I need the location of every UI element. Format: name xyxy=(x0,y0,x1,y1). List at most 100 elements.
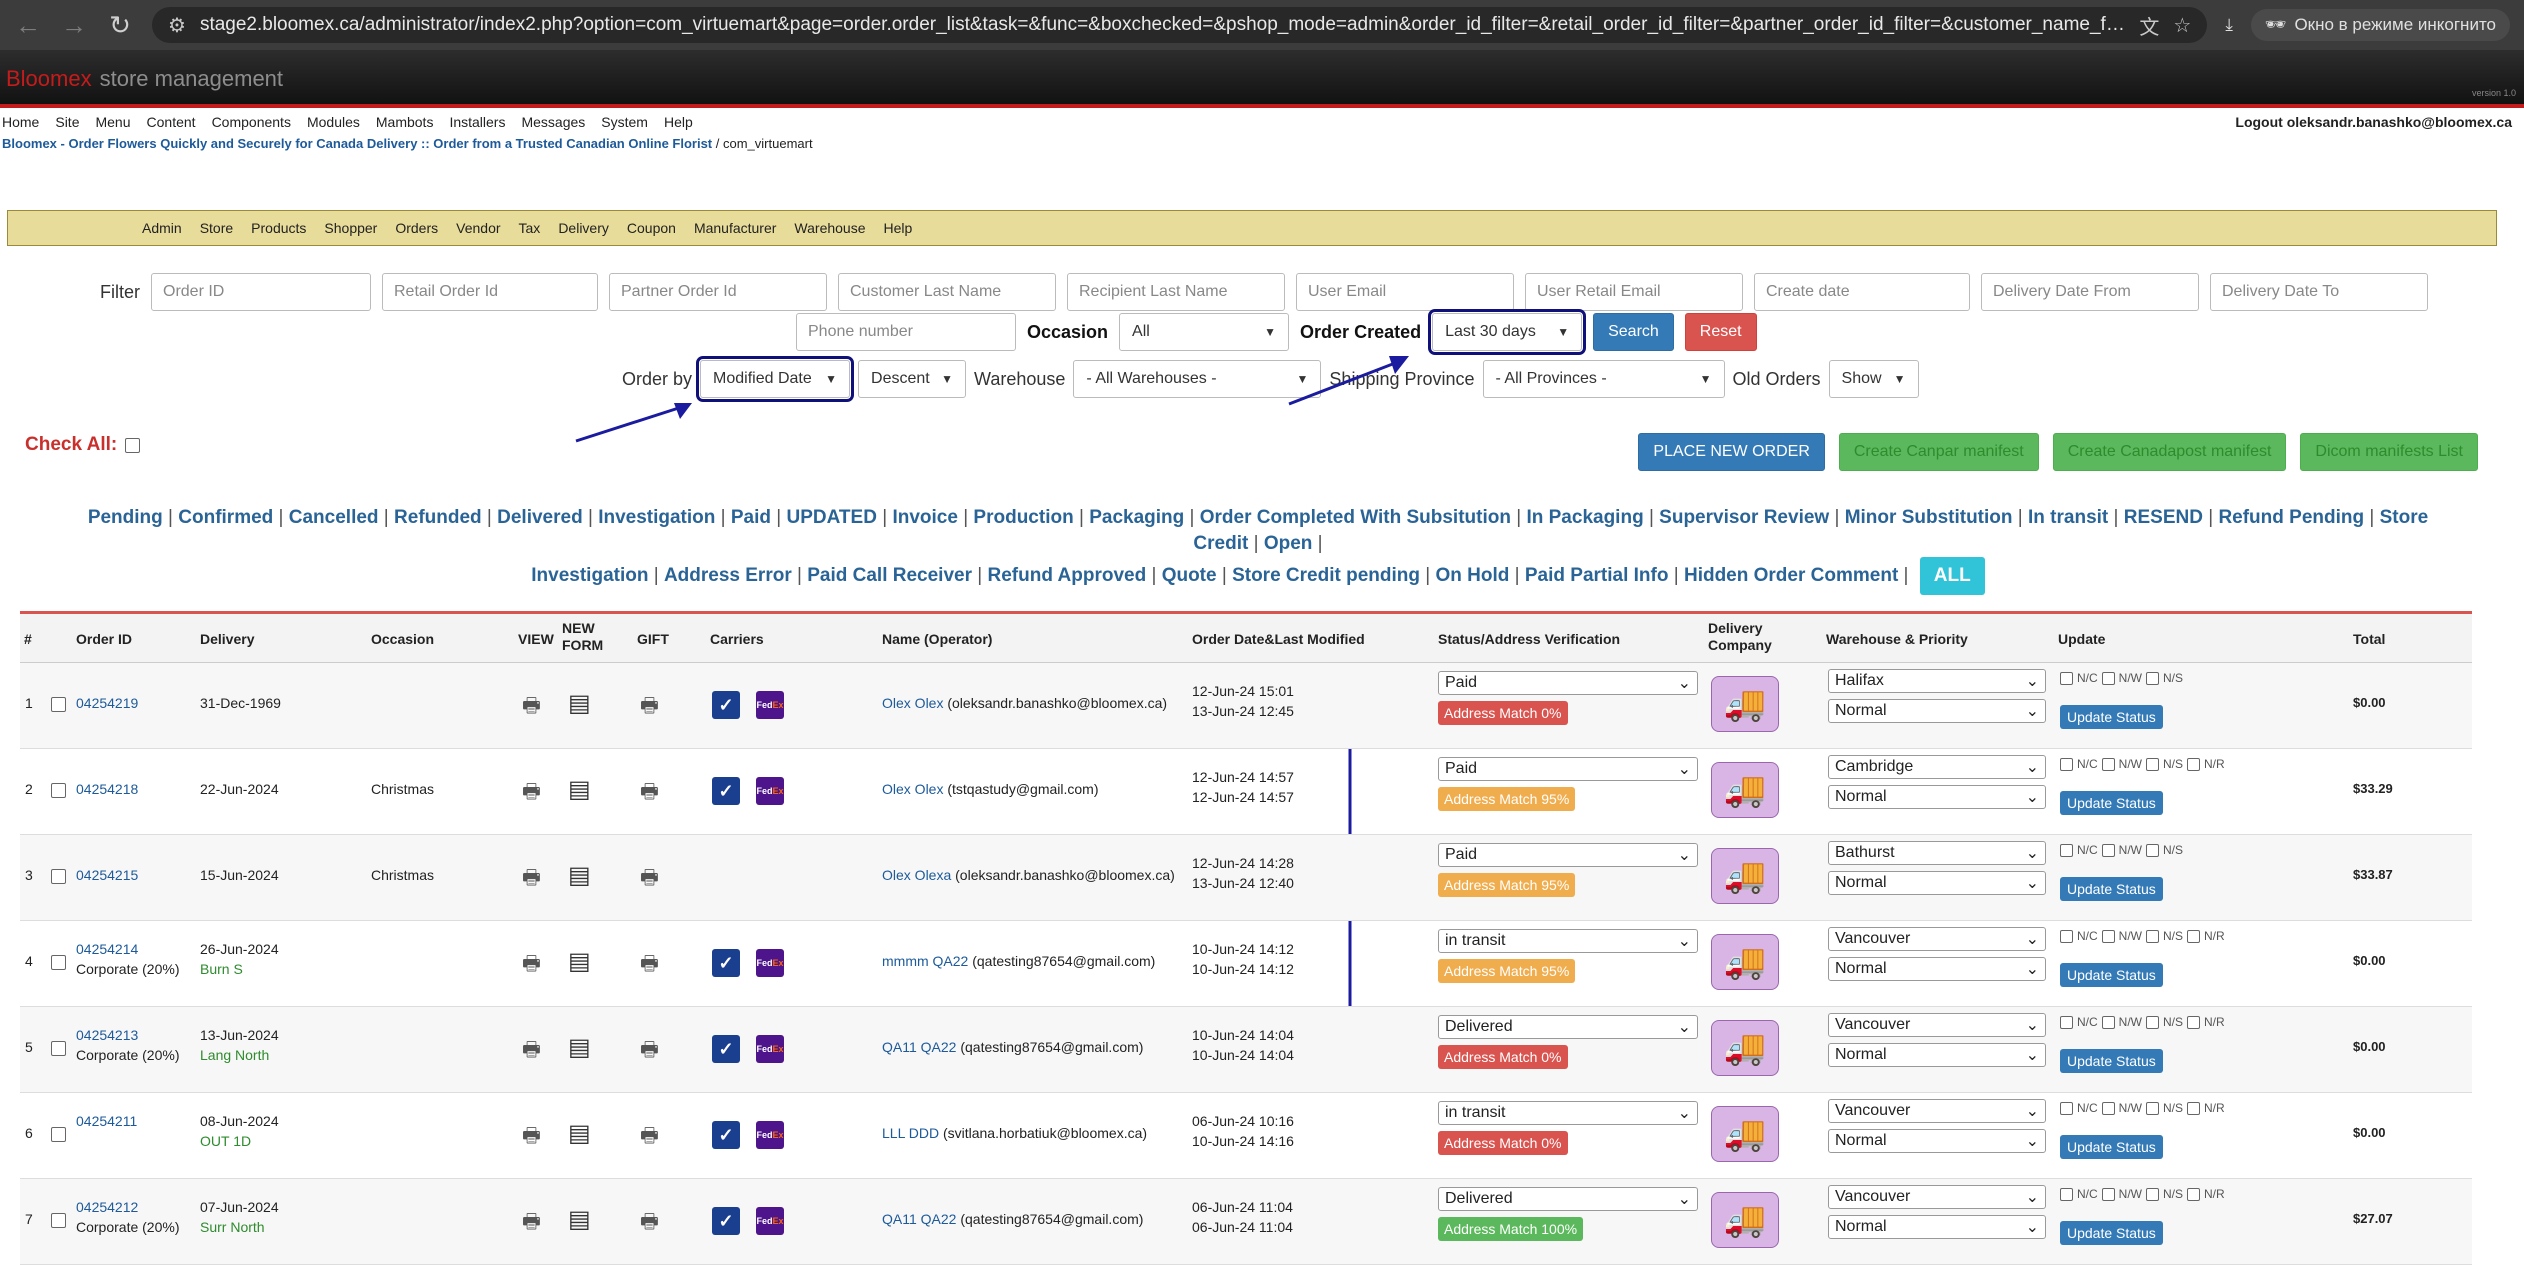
delivery-truck-icon[interactable]: 🚚 xyxy=(1711,762,1779,818)
priority-select[interactable]: Normal ⌄ xyxy=(1828,957,2046,981)
vm-menu-item[interactable]: Store xyxy=(200,220,233,236)
vm-menu-item[interactable]: Admin xyxy=(142,220,182,236)
update-status-button[interactable]: Update Status xyxy=(2060,963,2163,987)
gift-print-icon[interactable]: 🖶 xyxy=(640,1035,664,1061)
flag-checkbox[interactable] xyxy=(2187,1187,2201,1201)
update-status-button[interactable]: Update Status xyxy=(2060,877,2163,901)
status-select[interactable]: in transit ⌄ xyxy=(1438,929,1698,953)
occasion-select[interactable]: All ▼ xyxy=(1119,313,1290,351)
flag-checkbox[interactable] xyxy=(2187,1015,2201,1029)
warehouse-select[interactable]: Cambridge ⌄ xyxy=(1828,755,2046,779)
status-link[interactable]: Production xyxy=(973,507,1073,528)
flag-checkbox[interactable] xyxy=(2146,843,2159,857)
filter-input[interactable]: Delivery Date From xyxy=(1981,273,2199,311)
status-select[interactable]: Paid ⌄ xyxy=(1438,843,1698,867)
update-status-button[interactable]: Update Status xyxy=(2060,1135,2163,1159)
flag-checkbox[interactable] xyxy=(2101,1015,2115,1029)
form-icon[interactable]: ▤ xyxy=(568,689,592,717)
priority-select[interactable]: Normal ⌄ xyxy=(1828,699,2046,723)
customer-name-link[interactable]: QA11 QA22 xyxy=(882,1039,956,1055)
print-icon[interactable]: 🖶 xyxy=(522,949,546,975)
warehouse-select[interactable]: Bathurst ⌄ xyxy=(1828,841,2046,865)
flag-checkbox[interactable] xyxy=(2187,929,2201,943)
status-link[interactable]: Investigation xyxy=(598,507,715,528)
col-order-id[interactable]: Order ID xyxy=(76,631,132,647)
gift-print-icon[interactable]: 🖶 xyxy=(640,949,664,975)
flag-checkbox[interactable] xyxy=(2060,929,2073,943)
print-icon[interactable]: 🖶 xyxy=(522,1035,546,1061)
fedex-icon[interactable]: FedEx xyxy=(756,1035,784,1063)
status-link[interactable]: On Hold xyxy=(1435,565,1509,586)
status-link[interactable]: In transit xyxy=(2028,507,2108,528)
gift-print-icon[interactable]: 🖶 xyxy=(640,691,664,717)
status-link[interactable]: Pending xyxy=(88,507,163,528)
col-dates[interactable]: Order Date&Last Modified xyxy=(1192,631,1365,647)
gift-print-icon[interactable]: 🖶 xyxy=(640,1207,664,1233)
flag-checkbox[interactable] xyxy=(2060,843,2073,857)
gift-print-icon[interactable]: 🖶 xyxy=(640,777,664,803)
topmenu-item[interactable]: Installers xyxy=(449,114,505,130)
order-id-link[interactable]: 04254218 xyxy=(76,781,138,797)
status-link[interactable]: Store Credit pending xyxy=(1232,565,1420,586)
address-bar[interactable]: ⚙ stage2.bloomex.ca/administrator/index2… xyxy=(152,7,2208,43)
vm-menu-item[interactable]: Coupon xyxy=(627,220,676,236)
status-link[interactable]: Quote xyxy=(1162,565,1217,586)
status-link[interactable]: Packaging xyxy=(1089,507,1184,528)
row-checkbox[interactable] xyxy=(51,783,66,798)
status-link[interactable]: Paid xyxy=(731,507,771,528)
status-link[interactable]: In Packaging xyxy=(1526,507,1643,528)
search-button[interactable]: Search xyxy=(1593,313,1674,351)
filter-input[interactable]: Order ID xyxy=(151,273,371,311)
flag-checkbox[interactable] xyxy=(2101,757,2115,771)
status-select[interactable]: Delivered ⌄ xyxy=(1438,1015,1698,1039)
order-id-link[interactable]: 04254219 xyxy=(76,695,138,711)
status-link[interactable]: RESEND xyxy=(2124,507,2203,528)
status-link[interactable]: Order Completed With Subsitution xyxy=(1200,507,1511,528)
flag-checkbox[interactable] xyxy=(2060,757,2073,771)
status-link[interactable]: Paid Partial Info xyxy=(1525,565,1669,586)
vm-menu-item[interactable]: Shopper xyxy=(324,220,377,236)
status-link[interactable]: UPDATED xyxy=(787,507,877,528)
fedex-icon[interactable]: FedEx xyxy=(756,777,784,805)
flag-checkbox[interactable] xyxy=(2146,1015,2159,1029)
old-orders-select[interactable]: Show ▼ xyxy=(1828,360,1919,398)
phone-input[interactable]: Phone number xyxy=(796,313,1016,351)
status-link[interactable]: Paid Call Receiver xyxy=(807,565,972,586)
priority-select[interactable]: Normal ⌄ xyxy=(1828,785,2046,809)
col-delivery[interactable]: Delivery xyxy=(200,631,254,647)
flag-checkbox[interactable] xyxy=(2101,929,2115,943)
vm-menu-item[interactable]: Orders xyxy=(395,220,438,236)
col-total[interactable]: Total xyxy=(2353,631,2385,647)
row-checkbox[interactable] xyxy=(51,697,66,712)
status-link[interactable]: Cancelled xyxy=(289,507,379,528)
canadapost-icon[interactable]: ✓ xyxy=(712,1121,740,1149)
status-link[interactable]: Investigation xyxy=(531,565,648,586)
topmenu-item[interactable]: Mambots xyxy=(376,114,434,130)
col-name[interactable]: Name (Operator) xyxy=(882,631,992,647)
form-icon[interactable]: ▤ xyxy=(568,1119,592,1147)
action-button[interactable]: PLACE NEW ORDER xyxy=(1638,433,1825,471)
logout-link[interactable]: Logout oleksandr.banashko@bloomex.ca xyxy=(2235,114,2512,130)
filter-input[interactable]: Create date xyxy=(1754,273,1970,311)
print-icon[interactable]: 🖶 xyxy=(522,777,546,803)
topmenu-item[interactable]: System xyxy=(601,114,648,130)
warehouse-select[interactable]: Vancouver ⌄ xyxy=(1828,1185,2046,1209)
customer-name-link[interactable]: QA11 QA22 xyxy=(882,1211,956,1227)
update-status-button[interactable]: Update Status xyxy=(2060,1221,2163,1245)
vm-menu-item[interactable]: Vendor xyxy=(456,220,500,236)
fedex-icon[interactable]: FedEx xyxy=(756,1121,784,1149)
topmenu-item[interactable]: Modules xyxy=(307,114,360,130)
download-icon[interactable]: ⤓ xyxy=(2225,15,2233,35)
flag-checkbox[interactable] xyxy=(2187,1101,2201,1115)
filter-input[interactable]: Customer Last Name xyxy=(838,273,1056,311)
status-select[interactable]: Paid ⌄ xyxy=(1438,757,1698,781)
topmenu-item[interactable]: Help xyxy=(664,114,693,130)
incognito-indicator[interactable]: 🕶 Окно в режиме инкогнито xyxy=(2250,9,2510,41)
fedex-icon[interactable]: FedEx xyxy=(756,1207,784,1235)
province-select[interactable]: - All Provinces - ▼ xyxy=(1482,360,1725,398)
status-link[interactable]: Refunded xyxy=(394,507,482,528)
priority-select[interactable]: Normal ⌄ xyxy=(1828,1043,2046,1067)
delivery-truck-icon[interactable]: 🚚 xyxy=(1711,676,1779,732)
order-id-link[interactable]: 04254211 xyxy=(76,1113,137,1129)
status-link[interactable]: Minor Substitution xyxy=(1845,507,2013,528)
